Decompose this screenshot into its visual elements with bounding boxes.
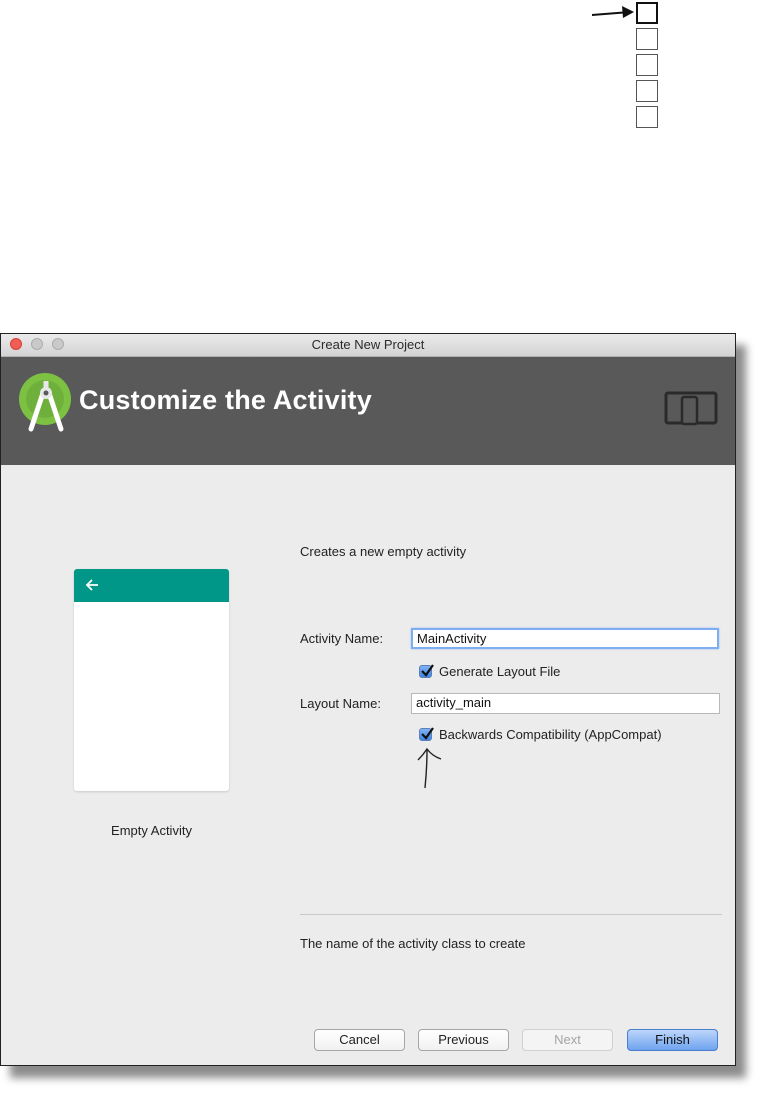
checkbox-checked-icon[interactable] [419, 664, 434, 678]
cancel-button[interactable]: Cancel [314, 1029, 405, 1051]
checkbox-checked-icon[interactable] [419, 727, 434, 741]
activity-name-label: Activity Name: [300, 631, 384, 646]
finish-button[interactable]: Finish [627, 1029, 718, 1051]
page-title: Customize the Activity [79, 385, 372, 415]
progress-step-4 [636, 80, 658, 102]
header-banner: Customize the Activity [1, 357, 735, 465]
backwards-compat-label: Backwards Compatibility (AppCompat) [439, 727, 662, 742]
layout-name-label: Layout Name: [300, 696, 381, 711]
create-project-window: Create New Project Customize the Activit… [0, 333, 736, 1066]
window-title: Create New Project [311, 337, 425, 352]
backwards-compat-checkbox[interactable]: Backwards Compatibility (AppCompat) [419, 727, 662, 742]
template-preview [74, 569, 229, 791]
activity-name-field[interactable]: MainActivity [411, 628, 719, 649]
current-step-arrow-icon [591, 6, 634, 18]
field-help-text: The name of the activity class to create [300, 936, 526, 951]
next-button[interactable]: Next [522, 1029, 613, 1051]
generate-layout-label: Generate Layout File [439, 664, 561, 679]
progress-steps [636, 2, 662, 132]
preview-app-bar [74, 569, 229, 602]
back-arrow-icon [85, 579, 98, 591]
previous-button[interactable]: Previous [418, 1029, 509, 1051]
progress-step-1 [636, 2, 658, 24]
title-bar: Create New Project [1, 334, 735, 357]
progress-step-5 [636, 106, 658, 128]
generate-layout-checkbox[interactable]: Generate Layout File [419, 664, 560, 679]
progress-step-3 [636, 54, 658, 76]
divider [300, 914, 722, 915]
handwritten-arrow-icon [417, 747, 442, 789]
template-name: Empty Activity [111, 823, 192, 838]
layout-name-field[interactable]: activity_main [411, 693, 720, 714]
progress-step-2 [636, 28, 658, 50]
device-form-factor-icon [664, 391, 718, 426]
template-description: Creates a new empty activity [300, 544, 467, 559]
android-studio-logo-icon [19, 373, 71, 432]
